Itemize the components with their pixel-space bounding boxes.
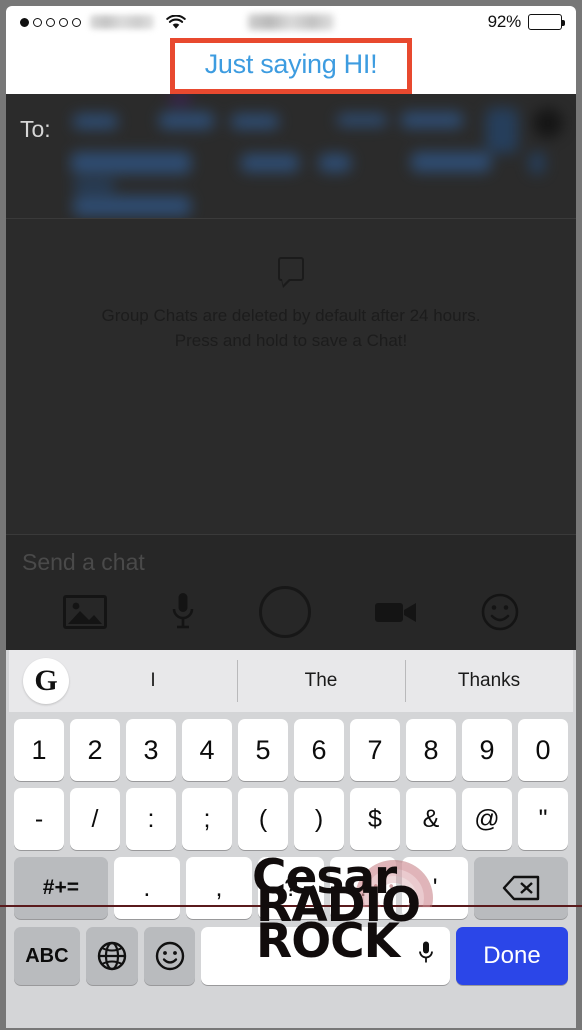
recipients-blurred-content <box>61 94 563 216</box>
signal-dot-5 <box>72 17 81 27</box>
suggestion-list: I The Thanks <box>69 650 573 712</box>
battery-icon <box>528 14 565 30</box>
key-at[interactable]: @ <box>462 788 512 850</box>
key-2[interactable]: 2 <box>70 719 120 781</box>
key-1[interactable]: 1 <box>14 719 64 781</box>
chat-title-text: Just saying HI! <box>204 49 378 79</box>
video-camera-icon[interactable] <box>374 598 418 626</box>
to-label: To: <box>20 116 51 142</box>
emoji-icon[interactable] <box>143 927 196 985</box>
keyboard-bottom-edge <box>6 1024 576 1028</box>
empty-chat-state: Group Chats are deleted by default after… <box>6 257 576 353</box>
microphone-icon[interactable] <box>170 592 196 632</box>
annotation-highlight-box: Just saying HI! <box>169 38 413 94</box>
signal-dot-1 <box>20 17 29 27</box>
chat-bubble-icon <box>278 257 304 288</box>
key-paren-close[interactable]: ) <box>294 788 344 850</box>
key-dollar[interactable]: $ <box>350 788 400 850</box>
key-6[interactable]: 6 <box>294 719 344 781</box>
signal-strength-dots <box>20 17 81 27</box>
chat-action-icons <box>6 576 576 638</box>
key-4[interactable]: 4 <box>182 719 232 781</box>
chat-screen: To: Group Chats are deleted by default a… <box>6 94 576 650</box>
voice-input-microphone-icon[interactable] <box>418 941 434 972</box>
title-bar: Just saying HI! <box>6 38 576 94</box>
key-comma[interactable]: , <box>185 857 252 919</box>
camera-capture-icon[interactable] <box>258 586 311 638</box>
key-quote[interactable]: " <box>518 788 568 850</box>
gallery-icon[interactable] <box>63 595 108 629</box>
empty-state-line-1: Group Chats are deleted by default after… <box>101 306 481 325</box>
key-period[interactable]: . <box>113 857 180 919</box>
key-apostrophe[interactable]: ' <box>402 857 469 919</box>
backspace-icon[interactable] <box>474 857 569 919</box>
google-g-icon[interactable]: G <box>23 658 69 704</box>
key-slash[interactable]: / <box>70 788 120 850</box>
suggestion-item-1[interactable]: I <box>69 670 237 692</box>
key-8[interactable]: 8 <box>406 719 456 781</box>
recipients-list[interactable] <box>61 94 576 219</box>
empty-state-line-2: Press and hold to save a Chat! <box>174 331 408 350</box>
key-0[interactable]: 0 <box>518 719 568 781</box>
recipients-row[interactable]: To: <box>6 94 576 219</box>
key-ampersand[interactable]: & <box>406 788 456 850</box>
key-exclamation[interactable]: ! <box>330 857 397 919</box>
key-paren-open[interactable]: ( <box>238 788 288 850</box>
signal-dot-3 <box>46 17 55 27</box>
key-colon[interactable]: : <box>126 788 176 850</box>
keyboard-row-symbols: - / : ; ( ) $ & @ " <box>9 788 573 850</box>
keyboard-row-punctuation: #+= . , ? ! ' <box>9 857 573 919</box>
battery-percentage: 92% <box>487 12 522 31</box>
globe-icon[interactable] <box>85 927 138 985</box>
status-bar-right: 92% <box>487 12 565 32</box>
wifi-icon <box>166 14 186 30</box>
done-button[interactable]: Done <box>455 927 568 985</box>
key-3[interactable]: 3 <box>126 719 176 781</box>
chat-input-bar: Send a chat <box>6 534 576 650</box>
suggestion-item-2[interactable]: The <box>237 670 405 692</box>
key-9[interactable]: 9 <box>462 719 512 781</box>
chat-input-placeholder[interactable]: Send a chat <box>6 535 576 576</box>
phone-screen: 92% Just saying HI! To: Group Chats are … <box>0 0 582 1030</box>
carrier-name-blurred <box>90 15 154 29</box>
key-5[interactable]: 5 <box>238 719 288 781</box>
key-question[interactable]: ? <box>257 857 325 919</box>
clock-blurred <box>248 14 334 30</box>
sticker-smiley-icon[interactable] <box>481 593 519 631</box>
recipients-divider <box>61 218 576 219</box>
on-screen-keyboard: G I The Thanks 1 2 3 4 5 6 7 8 9 0 - / :… <box>6 650 576 1024</box>
key-symbols-toggle[interactable]: #+= <box>14 857 108 919</box>
key-7[interactable]: 7 <box>350 719 400 781</box>
keyboard-row-bottom: ABC Done <box>9 927 573 985</box>
key-abc-toggle[interactable]: ABC <box>14 927 80 985</box>
keyboard-row-numbers: 1 2 3 4 5 6 7 8 9 0 <box>9 719 573 781</box>
key-hyphen[interactable]: - <box>14 788 64 850</box>
suggestion-bar: G I The Thanks <box>9 650 573 712</box>
suggestion-item-3[interactable]: Thanks <box>405 670 573 692</box>
status-bar: 92% <box>6 6 576 38</box>
signal-dot-4 <box>59 17 68 27</box>
signal-dot-2 <box>33 17 42 27</box>
key-spacebar[interactable] <box>201 927 450 985</box>
key-semicolon[interactable]: ; <box>182 788 232 850</box>
